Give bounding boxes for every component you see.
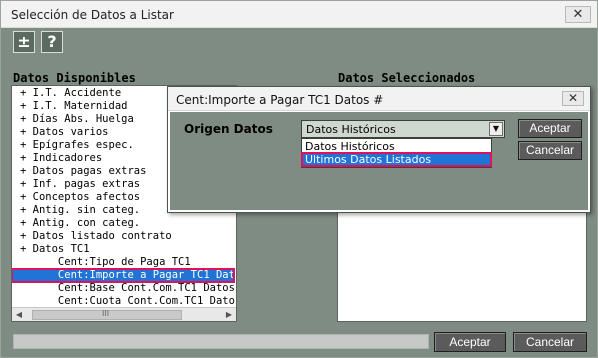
window-title: Selección de Datos a Listar: [11, 8, 174, 22]
origin-dialog: Cent:Importe a Pagar TC1 Datos # ✕ Orige…: [167, 86, 591, 213]
tree-item[interactable]: + Datos listado contrato: [12, 230, 234, 243]
close-icon[interactable]: ✕: [565, 6, 591, 23]
window-titlebar: Selección de Datos a Listar ✕: [1, 1, 597, 28]
dialog-accept-button[interactable]: Aceptar: [518, 119, 582, 138]
help-button[interactable]: ?: [41, 31, 63, 53]
dropdown-option-ultimos[interactable]: Últimos Datos Listados: [301, 152, 492, 167]
cancel-button[interactable]: Cancelar: [513, 332, 587, 352]
toolbar: ± ?: [1, 28, 597, 58]
dialog-close-icon[interactable]: ✕: [562, 91, 584, 106]
selected-data-label: Datos Seleccionados: [338, 71, 476, 85]
dropdown-option-historicos[interactable]: Datos Históricos: [302, 140, 491, 153]
dialog-body: Origen Datos Datos Históricos ▼ Datos Hi…: [170, 112, 588, 210]
scroll-right-icon[interactable]: ▶: [223, 309, 235, 321]
tree-item[interactable]: + Antig. con categ.: [12, 217, 234, 230]
origin-data-dropdown: Datos Históricos Últimos Datos Listados: [301, 138, 492, 168]
available-data-label: Datos Disponibles: [13, 71, 136, 85]
main-window: Selección de Datos a Listar ✕ ± ? Datos …: [0, 0, 598, 358]
dialog-titlebar: Cent:Importe a Pagar TC1 Datos # ✕: [168, 87, 590, 111]
accept-button[interactable]: Aceptar: [434, 332, 506, 352]
dialog-title: Cent:Importe a Pagar TC1 Datos #: [176, 93, 384, 107]
dialog-cancel-button[interactable]: Cancelar: [518, 141, 582, 160]
scroll-left-icon[interactable]: ◀: [13, 309, 25, 321]
horizontal-scrollbar[interactable]: ◀ III ▶: [12, 307, 236, 321]
expand-collapse-button[interactable]: ±: [13, 31, 35, 53]
tree-item[interactable]: + Datos TC1: [12, 243, 234, 256]
tree-item[interactable]: Cent:Base Cont.Com.TC1 Datos #: [12, 282, 235, 295]
chevron-down-icon[interactable]: ▼: [489, 122, 503, 136]
origin-data-value: Datos Históricos: [306, 123, 396, 136]
tree-item[interactable]: Cent:Importe a Pagar TC1 Datos: [12, 268, 236, 283]
origin-data-label: Origen Datos: [184, 122, 273, 136]
origin-data-select[interactable]: Datos Históricos ▼: [301, 120, 505, 138]
selected-data-list[interactable]: [337, 206, 587, 322]
scrollbar-grip-icon: III: [102, 309, 110, 318]
progress-bar: [13, 334, 429, 349]
tree-item[interactable]: Cent:Tipo de Paga TC1: [12, 256, 234, 269]
